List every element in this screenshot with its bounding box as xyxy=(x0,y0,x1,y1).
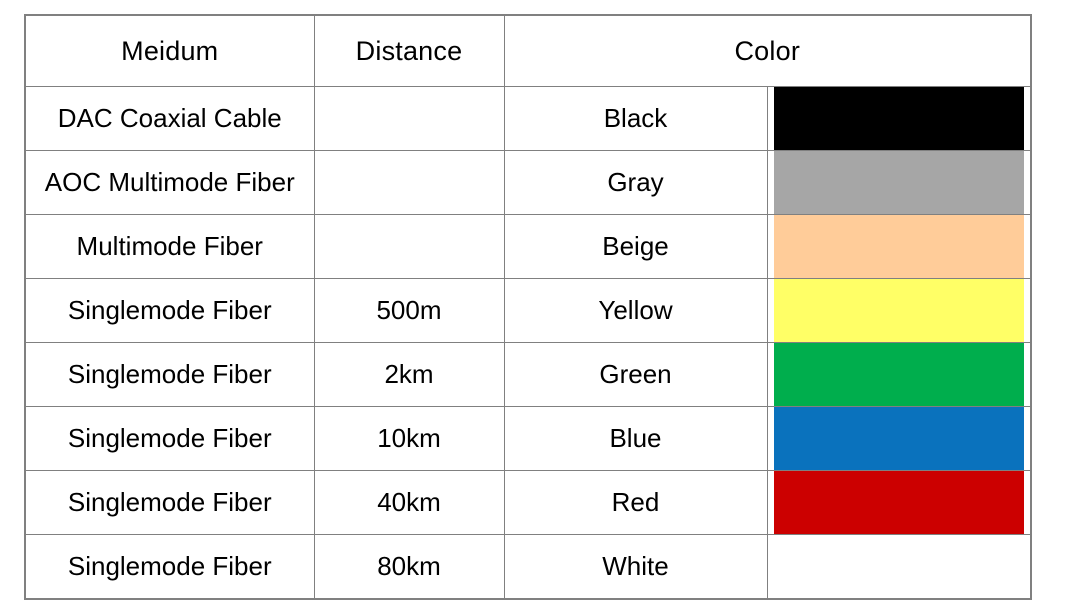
table-row: AOC Multimode Fiber Gray xyxy=(24,150,1032,215)
table-row: Singlemode Fiber 2km Green xyxy=(24,342,1032,407)
cell-medium: DAC Coaxial Cable xyxy=(24,86,315,151)
cell-color-swatch xyxy=(766,470,1032,535)
cell-color-name: Green xyxy=(503,342,768,407)
table-row: Singlemode Fiber 10km Blue xyxy=(24,406,1032,471)
table-row: Singlemode Fiber 500m Yellow xyxy=(24,278,1032,343)
cell-color-name: Red xyxy=(503,470,768,535)
cell-color-name: Blue xyxy=(503,406,768,471)
table-row: Multimode Fiber Beige xyxy=(24,214,1032,279)
color-swatch xyxy=(773,407,1024,470)
cell-distance: 40km xyxy=(313,470,505,535)
color-swatch xyxy=(773,279,1024,342)
medium-distance-color-table-container: Meidum Distance Color DAC Coaxial Cable B… xyxy=(24,14,1032,600)
header-row: Meidum Distance Color xyxy=(24,14,1032,87)
color-swatch xyxy=(773,87,1024,150)
cell-color-swatch xyxy=(766,214,1032,279)
cell-color-swatch xyxy=(766,534,1032,599)
table-row: DAC Coaxial Cable Black xyxy=(24,86,1032,151)
cell-color-swatch xyxy=(766,342,1032,407)
cell-medium: Singlemode Fiber xyxy=(24,470,315,535)
color-swatch xyxy=(773,215,1024,278)
cell-color-swatch xyxy=(766,278,1032,343)
cell-color-name: Black xyxy=(503,86,768,151)
cell-color-name: Beige xyxy=(503,214,768,279)
cell-medium: Singlemode Fiber xyxy=(24,534,315,599)
column-header-color: Color xyxy=(503,14,1032,87)
cell-color-swatch xyxy=(766,150,1032,215)
color-swatch xyxy=(773,471,1024,534)
cell-medium: Singlemode Fiber xyxy=(24,278,315,343)
cell-medium: Multimode Fiber xyxy=(24,214,315,279)
table-header: Meidum Distance Color xyxy=(24,14,1032,87)
column-header-distance: Distance xyxy=(313,14,505,87)
cell-distance: 500m xyxy=(313,278,505,343)
cell-distance xyxy=(313,86,505,151)
cell-color-swatch xyxy=(766,406,1032,471)
cell-color-swatch xyxy=(766,86,1032,151)
color-swatch xyxy=(773,343,1024,406)
cell-color-name: Yellow xyxy=(503,278,768,343)
cell-color-name: Gray xyxy=(503,150,768,215)
cell-medium: AOC Multimode Fiber xyxy=(24,150,315,215)
cell-color-name: White xyxy=(503,534,768,599)
column-header-medium: Meidum xyxy=(24,14,315,87)
cell-distance: 10km xyxy=(313,406,505,471)
cell-medium: Singlemode Fiber xyxy=(24,342,315,407)
cell-distance xyxy=(313,214,505,279)
cell-distance: 2km xyxy=(313,342,505,407)
cell-distance xyxy=(313,150,505,215)
medium-distance-color-table: Meidum Distance Color DAC Coaxial Cable B… xyxy=(24,14,1032,600)
cell-medium: Singlemode Fiber xyxy=(24,406,315,471)
table-row: Singlemode Fiber 40km Red xyxy=(24,470,1032,535)
color-swatch xyxy=(773,151,1024,214)
cell-distance: 80km xyxy=(313,534,505,599)
table-row: Singlemode Fiber 80km White xyxy=(24,534,1032,599)
color-swatch xyxy=(773,535,1024,598)
table-body: DAC Coaxial Cable Black AOC Multimode Fibe… xyxy=(24,86,1032,599)
